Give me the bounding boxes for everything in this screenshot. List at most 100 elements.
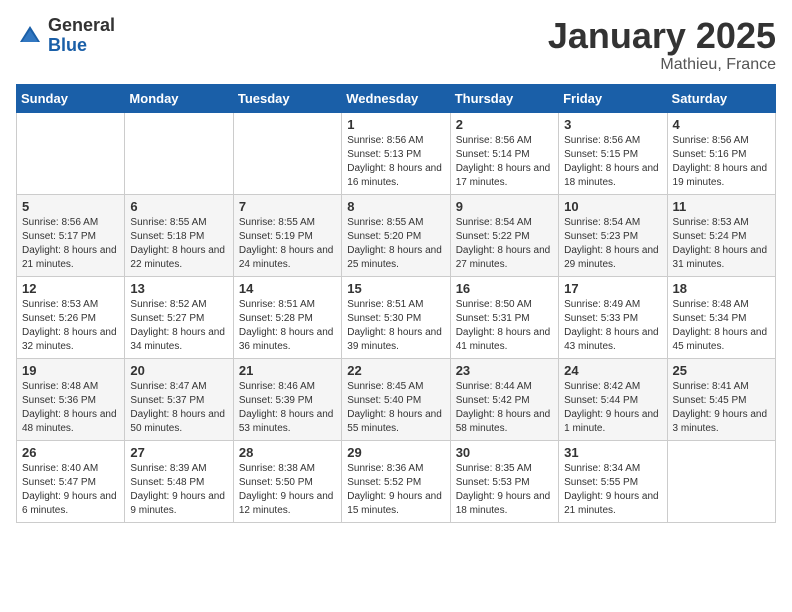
day-number: 23 — [456, 363, 553, 378]
day-number: 17 — [564, 281, 661, 296]
table-row: 11 Sunrise: 8:53 AM Sunset: 5:24 PM Dayl… — [667, 194, 775, 276]
day-info: Sunrise: 8:50 AM Sunset: 5:31 PM Dayligh… — [456, 298, 553, 354]
daylight-text: Daylight: 8 hours and 55 minutes. — [347, 409, 442, 434]
day-number: 30 — [456, 445, 553, 460]
day-number: 11 — [673, 199, 770, 214]
day-info: Sunrise: 8:35 AM Sunset: 5:53 PM Dayligh… — [456, 462, 553, 518]
day-info: Sunrise: 8:49 AM Sunset: 5:33 PM Dayligh… — [564, 298, 661, 354]
sunrise-text: Sunrise: 8:44 AM — [456, 381, 532, 392]
sunrise-text: Sunrise: 8:46 AM — [239, 381, 315, 392]
day-number: 10 — [564, 199, 661, 214]
sunset-text: Sunset: 5:14 PM — [456, 149, 530, 160]
header-sunday: Sunday — [17, 84, 125, 112]
calendar-title: January 2025 — [548, 16, 776, 56]
sunrise-text: Sunrise: 8:56 AM — [456, 135, 532, 146]
sunrise-text: Sunrise: 8:34 AM — [564, 463, 640, 474]
day-info: Sunrise: 8:34 AM Sunset: 5:55 PM Dayligh… — [564, 462, 661, 518]
table-row: 8 Sunrise: 8:55 AM Sunset: 5:20 PM Dayli… — [342, 194, 450, 276]
table-row — [667, 440, 775, 522]
day-info: Sunrise: 8:56 AM Sunset: 5:16 PM Dayligh… — [673, 134, 770, 190]
sunrise-text: Sunrise: 8:38 AM — [239, 463, 315, 474]
table-row: 23 Sunrise: 8:44 AM Sunset: 5:42 PM Dayl… — [450, 358, 558, 440]
day-number: 16 — [456, 281, 553, 296]
day-number: 15 — [347, 281, 444, 296]
sunset-text: Sunset: 5:16 PM — [673, 149, 747, 160]
table-row: 25 Sunrise: 8:41 AM Sunset: 5:45 PM Dayl… — [667, 358, 775, 440]
week-row-3: 12 Sunrise: 8:53 AM Sunset: 5:26 PM Dayl… — [17, 276, 776, 358]
day-number: 6 — [130, 199, 227, 214]
sunset-text: Sunset: 5:33 PM — [564, 313, 638, 324]
header-thursday: Thursday — [450, 84, 558, 112]
day-number: 28 — [239, 445, 336, 460]
table-row: 18 Sunrise: 8:48 AM Sunset: 5:34 PM Dayl… — [667, 276, 775, 358]
day-info: Sunrise: 8:55 AM Sunset: 5:18 PM Dayligh… — [130, 216, 227, 272]
day-number: 31 — [564, 445, 661, 460]
day-info: Sunrise: 8:54 AM Sunset: 5:23 PM Dayligh… — [564, 216, 661, 272]
daylight-text: Daylight: 8 hours and 24 minutes. — [239, 245, 334, 270]
day-info: Sunrise: 8:42 AM Sunset: 5:44 PM Dayligh… — [564, 380, 661, 436]
daylight-text: Daylight: 9 hours and 15 minutes. — [347, 491, 442, 516]
day-info: Sunrise: 8:40 AM Sunset: 5:47 PM Dayligh… — [22, 462, 119, 518]
day-number: 29 — [347, 445, 444, 460]
day-info: Sunrise: 8:56 AM Sunset: 5:13 PM Dayligh… — [347, 134, 444, 190]
sunrise-text: Sunrise: 8:49 AM — [564, 299, 640, 310]
day-number: 25 — [673, 363, 770, 378]
day-info: Sunrise: 8:56 AM Sunset: 5:15 PM Dayligh… — [564, 134, 661, 190]
sunset-text: Sunset: 5:34 PM — [673, 313, 747, 324]
day-info: Sunrise: 8:41 AM Sunset: 5:45 PM Dayligh… — [673, 380, 770, 436]
table-row: 4 Sunrise: 8:56 AM Sunset: 5:16 PM Dayli… — [667, 112, 775, 194]
table-row: 9 Sunrise: 8:54 AM Sunset: 5:22 PM Dayli… — [450, 194, 558, 276]
sunrise-text: Sunrise: 8:51 AM — [347, 299, 423, 310]
week-row-5: 26 Sunrise: 8:40 AM Sunset: 5:47 PM Dayl… — [17, 440, 776, 522]
sunrise-text: Sunrise: 8:54 AM — [564, 217, 640, 228]
daylight-text: Daylight: 8 hours and 29 minutes. — [564, 245, 659, 270]
table-row: 16 Sunrise: 8:50 AM Sunset: 5:31 PM Dayl… — [450, 276, 558, 358]
sunset-text: Sunset: 5:53 PM — [456, 477, 530, 488]
day-info: Sunrise: 8:55 AM Sunset: 5:20 PM Dayligh… — [347, 216, 444, 272]
sunrise-text: Sunrise: 8:35 AM — [456, 463, 532, 474]
day-info: Sunrise: 8:53 AM Sunset: 5:24 PM Dayligh… — [673, 216, 770, 272]
sunrise-text: Sunrise: 8:50 AM — [456, 299, 532, 310]
day-info: Sunrise: 8:53 AM Sunset: 5:26 PM Dayligh… — [22, 298, 119, 354]
day-info: Sunrise: 8:48 AM Sunset: 5:36 PM Dayligh… — [22, 380, 119, 436]
sunrise-text: Sunrise: 8:55 AM — [239, 217, 315, 228]
day-number: 27 — [130, 445, 227, 460]
sunset-text: Sunset: 5:47 PM — [22, 477, 96, 488]
sunset-text: Sunset: 5:23 PM — [564, 231, 638, 242]
sunrise-text: Sunrise: 8:55 AM — [347, 217, 423, 228]
daylight-text: Daylight: 9 hours and 12 minutes. — [239, 491, 334, 516]
header-tuesday: Tuesday — [233, 84, 341, 112]
sunset-text: Sunset: 5:24 PM — [673, 231, 747, 242]
day-info: Sunrise: 8:56 AM Sunset: 5:17 PM Dayligh… — [22, 216, 119, 272]
sunset-text: Sunset: 5:39 PM — [239, 395, 313, 406]
daylight-text: Daylight: 9 hours and 21 minutes. — [564, 491, 659, 516]
sunrise-text: Sunrise: 8:56 AM — [347, 135, 423, 146]
sunset-text: Sunset: 5:28 PM — [239, 313, 313, 324]
day-number: 3 — [564, 117, 661, 132]
daylight-text: Daylight: 8 hours and 43 minutes. — [564, 327, 659, 352]
sunset-text: Sunset: 5:52 PM — [347, 477, 421, 488]
daylight-text: Daylight: 9 hours and 1 minute. — [564, 409, 659, 434]
daylight-text: Daylight: 8 hours and 39 minutes. — [347, 327, 442, 352]
day-number: 12 — [22, 281, 119, 296]
logo-icon — [16, 22, 44, 50]
daylight-text: Daylight: 8 hours and 19 minutes. — [673, 163, 768, 188]
table-row: 3 Sunrise: 8:56 AM Sunset: 5:15 PM Dayli… — [559, 112, 667, 194]
sunrise-text: Sunrise: 8:52 AM — [130, 299, 206, 310]
daylight-text: Daylight: 8 hours and 53 minutes. — [239, 409, 334, 434]
day-number: 13 — [130, 281, 227, 296]
day-number: 14 — [239, 281, 336, 296]
header-wednesday: Wednesday — [342, 84, 450, 112]
daylight-text: Daylight: 8 hours and 27 minutes. — [456, 245, 551, 270]
logo: General Blue — [16, 16, 115, 56]
table-row: 15 Sunrise: 8:51 AM Sunset: 5:30 PM Dayl… — [342, 276, 450, 358]
day-number: 5 — [22, 199, 119, 214]
day-number: 9 — [456, 199, 553, 214]
table-row: 2 Sunrise: 8:56 AM Sunset: 5:14 PM Dayli… — [450, 112, 558, 194]
day-number: 1 — [347, 117, 444, 132]
day-info: Sunrise: 8:56 AM Sunset: 5:14 PM Dayligh… — [456, 134, 553, 190]
day-number: 21 — [239, 363, 336, 378]
sunset-text: Sunset: 5:31 PM — [456, 313, 530, 324]
day-number: 20 — [130, 363, 227, 378]
header-monday: Monday — [125, 84, 233, 112]
